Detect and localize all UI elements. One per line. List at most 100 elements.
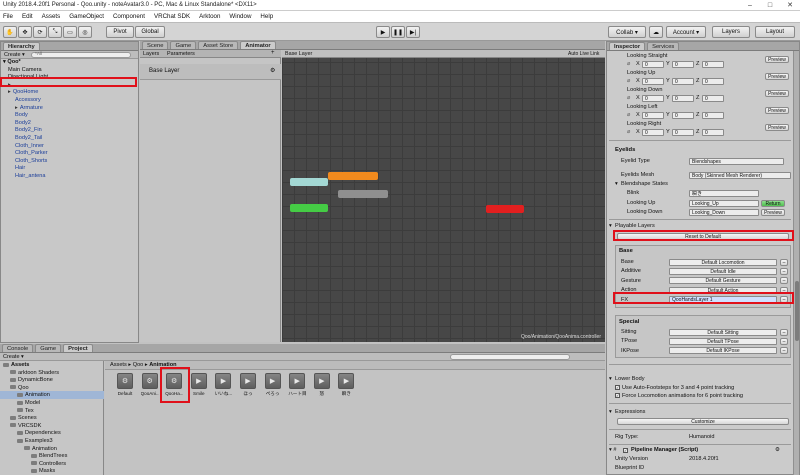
hierarchy-item[interactable]: ▸ Armature	[15, 105, 43, 113]
auto-live-link-button[interactable]: Auto Live Link	[568, 51, 599, 57]
eyelid-type-dropdown[interactable]: Blendshapes	[689, 157, 784, 165]
hierarchy-item[interactable]: Main Camera	[8, 67, 42, 75]
foldout-arrow-icon[interactable]: ▾	[609, 408, 612, 416]
component-enable-checkbox[interactable]: ✓	[623, 448, 628, 453]
breadcrumb-qoo[interactable]: Qoo	[133, 362, 144, 368]
entry-node[interactable]	[290, 204, 328, 212]
foldout-arrow-icon[interactable]: ▾	[609, 375, 612, 383]
axis-field[interactable]: 0	[672, 60, 694, 68]
axis-field[interactable]: 0	[672, 94, 694, 102]
cloud-icon[interactable]: ☁	[649, 26, 663, 38]
tab-game[interactable]: Game	[170, 41, 197, 49]
return-button[interactable]: Return	[761, 199, 785, 207]
hierarchy-item[interactable]: Body2_Tail	[15, 135, 42, 143]
pivot-button[interactable]: Pivot	[106, 26, 134, 38]
menu-item[interactable]: GameObject	[69, 13, 104, 20]
expand-arrow-icon[interactable]: ▸	[8, 89, 11, 95]
axis-field[interactable]: 0	[642, 128, 664, 136]
asset-item[interactable]: ▶ いいね...	[214, 373, 232, 397]
hierarchy-item[interactable]: Cloth_Inner	[15, 143, 44, 151]
menu-item[interactable]: Component	[113, 13, 145, 20]
project-folder[interactable]: Masks	[0, 467, 104, 475]
project-search-input[interactable]	[450, 354, 570, 360]
tab-console[interactable]: Console	[2, 344, 34, 352]
hierarchy-item[interactable]: Body	[15, 112, 28, 120]
inspector-scrollbar[interactable]	[793, 51, 799, 475]
move-tool-icon[interactable]: ✥	[18, 26, 32, 38]
hierarchy-item[interactable]: Directional Light	[8, 74, 48, 82]
breadcrumb-assets[interactable]: Assets	[110, 362, 127, 368]
animator-graph[interactable]: Base Layer Auto Live Link Qoo/Animation/…	[282, 50, 605, 342]
foldout-arrow-icon[interactable]: ▾	[615, 180, 618, 188]
axis-field[interactable]: 0	[672, 111, 694, 119]
base-row-field[interactable]: Default Action	[669, 286, 777, 294]
checkbox-icon[interactable]: ✓	[615, 385, 620, 391]
add-layer-icon[interactable]: +	[271, 50, 275, 56]
play-icon[interactable]: ▶	[376, 26, 390, 38]
hierarchy-item[interactable]: ▸ QooHome	[8, 89, 38, 97]
scale-tool-icon[interactable]: ⤡	[48, 26, 62, 38]
tab-hierarchy[interactable]: Hierarchy	[3, 42, 40, 50]
menu-item[interactable]: Arktoon	[199, 13, 220, 20]
base-row-field[interactable]: QooHandsLayer 1	[669, 296, 777, 304]
row-option-icon[interactable]: –	[780, 296, 788, 304]
menu-item[interactable]: Window	[229, 13, 251, 20]
account-button[interactable]: Account ▾	[666, 26, 706, 38]
asset-item[interactable]: ▶ ぺろっ	[264, 373, 282, 397]
preview-button[interactable]: Preview	[765, 56, 789, 63]
menu-item[interactable]: VRChat SDK	[154, 13, 190, 20]
pause-icon[interactable]: ❚❚	[391, 26, 405, 38]
asset-item[interactable]: ⚙ QooHa...	[165, 373, 183, 396]
axis-field[interactable]: 0	[672, 77, 694, 85]
axis-field[interactable]: 0	[642, 94, 664, 102]
tab-asset-store[interactable]: Asset Store	[198, 41, 239, 49]
state-node-default[interactable]	[328, 172, 378, 180]
exit-node[interactable]	[486, 205, 524, 213]
tab-services[interactable]: Services	[647, 42, 680, 50]
axis-field[interactable]: 0	[702, 94, 724, 102]
state-node[interactable]	[338, 190, 388, 198]
layout-dropdown[interactable]: Layout	[755, 26, 795, 38]
hierarchy-item[interactable]: Body2	[15, 120, 31, 128]
menu-item[interactable]: File	[3, 13, 13, 20]
hierarchy-create-button[interactable]: Create ▾	[4, 52, 25, 58]
axis-field[interactable]: 0	[702, 128, 724, 136]
row-option-icon[interactable]: –	[780, 328, 788, 336]
hierarchy-item[interactable]: Hair_antena	[15, 173, 45, 181]
layer-item-base[interactable]: Base Layer ⚙	[140, 64, 281, 80]
expand-arrow-icon[interactable]: ▸	[8, 82, 11, 88]
menu-item[interactable]: Edit	[22, 13, 33, 20]
asset-item[interactable]: ▶ ハート目	[288, 373, 306, 397]
row-option-icon[interactable]: –	[780, 277, 788, 285]
tab-game[interactable]: Game	[35, 344, 62, 352]
component-settings-icon[interactable]: ⚙	[775, 446, 780, 454]
tab-scene[interactable]: Scene	[142, 41, 169, 49]
checkbox-icon[interactable]: ✓	[615, 393, 620, 399]
eyelids-mesh-field[interactable]: Body (Skinned Mesh Renderer)	[689, 171, 791, 179]
maximize-icon[interactable]: □	[760, 0, 780, 11]
blink-dropdown[interactable]: 瞬き	[689, 189, 759, 197]
axis-field[interactable]: 0	[642, 111, 664, 119]
preview-button[interactable]: Preview	[765, 73, 789, 80]
axis-field[interactable]: 0	[702, 77, 724, 85]
base-row-field[interactable]: Default Locomotion	[669, 258, 777, 266]
hierarchy-item[interactable]: Cloth_Parker	[15, 150, 48, 158]
row-option-icon[interactable]: –	[780, 267, 788, 275]
close-icon[interactable]: ✕	[780, 0, 800, 11]
any-state-node[interactable]	[290, 178, 328, 186]
preview-button[interactable]: Preview	[765, 124, 789, 131]
hierarchy-item[interactable]: Body2_Fin	[15, 127, 42, 135]
row-option-icon[interactable]: –	[780, 337, 788, 345]
axis-field[interactable]: 0	[672, 128, 694, 136]
special-row-field[interactable]: Default IKPose	[669, 347, 777, 355]
reset-to-default-button[interactable]: Reset to Default	[617, 232, 789, 240]
hand-tool-icon[interactable]: ✋	[3, 26, 17, 38]
menu-item[interactable]: Help	[260, 13, 273, 20]
axis-field[interactable]: 0	[642, 60, 664, 68]
row-option-icon[interactable]: –	[780, 286, 788, 294]
customize-button[interactable]: Customize	[617, 418, 789, 425]
animator-params-tab[interactable]: Parameters	[167, 51, 195, 57]
preview-button[interactable]: Preview	[765, 107, 789, 114]
preview-button[interactable]: Preview	[761, 208, 785, 216]
base-row-field[interactable]: Default Gesture	[669, 277, 777, 285]
